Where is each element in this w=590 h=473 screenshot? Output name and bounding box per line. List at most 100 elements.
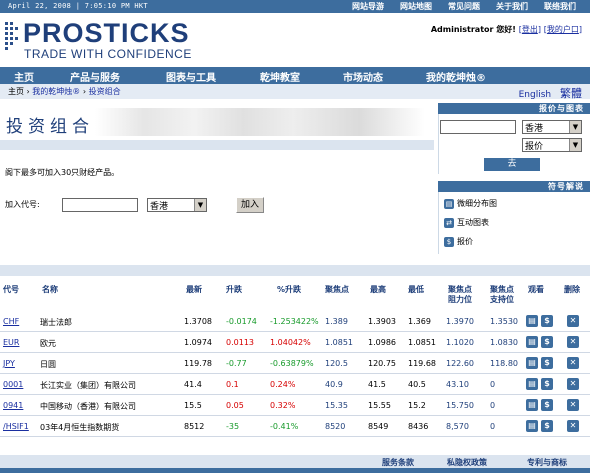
breadcrumb-my-prosticks[interactable]: 我的乾坤烛® [32, 87, 80, 96]
link-contact-us[interactable]: 联络我们 [536, 1, 584, 12]
link-about-us[interactable]: 关于我们 [488, 1, 536, 12]
page-title: 投资组合 [6, 117, 94, 137]
my-account-link[interactable]: 我的户口 [547, 25, 579, 34]
distribution-chart-icon[interactable]: ▤ [526, 399, 538, 411]
cell-change: 0.1 [226, 380, 239, 389]
breadcrumb-portfolio[interactable]: 投资组合 [89, 87, 121, 96]
cell-high: 15.55 [368, 401, 391, 410]
portfolio-limit-note: 阁下最多可加入30只财经产品。 [5, 168, 120, 177]
cell-pct-change: -1.253422% [270, 317, 319, 326]
quote-code-input[interactable] [440, 120, 516, 134]
nav-charts-tools[interactable]: 图表与工具 [166, 69, 216, 84]
delete-icon[interactable]: ✕ [567, 315, 579, 327]
distribution-chart-icon[interactable]: ▤ [526, 378, 538, 390]
delete-icon[interactable]: ✕ [567, 378, 579, 390]
quote-icon[interactable]: $ [541, 399, 553, 411]
col-header-last: 最新 [186, 285, 202, 294]
lang-traditional-chinese[interactable]: 繁體 [560, 87, 582, 100]
link-site-map[interactable]: 网站地图 [392, 1, 440, 12]
cell-name: 瑞士法郎 [40, 318, 72, 327]
cell-pct-change: -0.63879% [270, 359, 314, 368]
link-site-guide[interactable]: 网站导游 [344, 1, 392, 12]
cell-support: 118.80 [490, 359, 518, 368]
table-divider [0, 265, 590, 276]
cell-name: 欧元 [40, 339, 56, 348]
quote-market-value: 香港 [525, 124, 544, 134]
cell-last: 1.0974 [184, 338, 212, 347]
quote-type-value: 报价 [525, 142, 544, 152]
distribution-chart-icon[interactable]: ▤ [526, 420, 538, 432]
footer-terms[interactable]: 服务条款 [382, 457, 414, 468]
delete-icon[interactable]: ✕ [567, 336, 579, 348]
interactive-chart-icon: ⇄ [444, 217, 454, 228]
footer-patents[interactable]: 专利与商标 [527, 457, 567, 468]
col-header-code: 代号 [3, 285, 19, 294]
cell-resistance: 1.3970 [446, 317, 474, 326]
quote-icon[interactable]: $ [541, 378, 553, 390]
cell-high: 1.0986 [368, 338, 396, 347]
nav-products[interactable]: 产品与服务 [70, 69, 120, 84]
legend-item-quote: $ 报价 [444, 236, 473, 247]
add-code-input[interactable] [62, 198, 138, 212]
cell-low: 1.0851 [408, 338, 436, 347]
cell-high: 8549 [368, 422, 389, 431]
distribution-chart-icon[interactable]: ▤ [526, 357, 538, 369]
footer-privacy[interactable]: 私隐权政策 [447, 457, 487, 468]
quote-type-select[interactable]: 报价 ▼ [522, 138, 582, 152]
cell-resistance: 43.10 [446, 380, 469, 389]
cell-change: -0.0174 [226, 317, 257, 326]
distribution-chart-icon[interactable]: ▤ [526, 336, 538, 348]
delete-icon[interactable]: ✕ [567, 357, 579, 369]
quote-icon[interactable]: $ [541, 420, 553, 432]
cell-code[interactable]: EUR [3, 338, 19, 347]
quote-market-select[interactable]: 香港 ▼ [522, 120, 582, 134]
breadcrumb-home[interactable]: 主页 [8, 87, 24, 96]
cell-code[interactable]: /HSIF1 [3, 422, 29, 431]
cell-code[interactable]: CHF [3, 317, 19, 326]
add-market-select[interactable]: 香港 ▼ [147, 198, 207, 212]
quote-icon[interactable]: $ [541, 357, 553, 369]
quote-icon[interactable]: $ [541, 315, 553, 327]
nav-home[interactable]: 主页 [14, 69, 34, 84]
table-row: EUR 欧元 1.0974 0.0113 1.04042% 1.0851 1.0986 1.0… [0, 332, 590, 353]
main-nav: 主页 产品与服务 图表与工具 乾坤教室 市场动态 我的乾坤烛® [0, 67, 590, 84]
col-header-focus: 聚焦点 [325, 285, 349, 294]
cell-code[interactable]: 0941 [3, 401, 23, 410]
quote-icon[interactable]: $ [541, 336, 553, 348]
cell-low: 119.68 [408, 359, 436, 368]
col-header-change: 升跌 [226, 285, 242, 294]
chevron-down-icon: ▼ [569, 139, 581, 151]
breadcrumb: 主页 › 我的乾坤烛® › 投资组合 English 繁體 [0, 84, 590, 100]
cell-resistance: 122.60 [446, 359, 474, 368]
cell-change: 0.0113 [226, 338, 254, 347]
delete-icon[interactable]: ✕ [567, 399, 579, 411]
lang-english[interactable]: English [519, 90, 552, 100]
cell-pct-change: 0.24% [270, 380, 296, 389]
cell-code[interactable]: 0001 [3, 380, 23, 389]
cell-pct-change: 0.32% [270, 401, 296, 410]
cell-code[interactable]: JPY [3, 359, 15, 368]
delete-icon[interactable]: ✕ [567, 420, 579, 432]
quote-panel-header: 报价与图表 [438, 103, 590, 114]
link-faq[interactable]: 常见问题 [440, 1, 488, 12]
logout-link[interactable]: 登出 [522, 25, 538, 34]
go-button[interactable]: 去 [484, 158, 540, 171]
legend-item-distribution: ▤ 微细分布图 [444, 198, 497, 209]
add-button[interactable]: 加入 [236, 197, 264, 213]
cell-pct-change: 1.04042% [270, 338, 311, 347]
cell-focus: 40.9 [325, 380, 343, 389]
nav-classroom[interactable]: 乾坤教室 [260, 69, 300, 84]
prosticks-logo[interactable]: PROSTICKS TRADE WITH CONFIDENCE [5, 18, 205, 61]
footer-bar [0, 468, 590, 473]
nav-my-prosticks[interactable]: 我的乾坤烛® [426, 69, 486, 84]
table-row: /HSIF1 03年4月恒生指数期货 8512 -35 -0.41% 8520 8549 84… [0, 416, 590, 437]
cell-support: 0 [490, 422, 496, 431]
logo-wordmark: PROSTICKS [23, 18, 190, 48]
col-header-low: 最低 [408, 285, 424, 294]
col-header-support: 聚焦点 支持位 [490, 285, 514, 304]
top-links: 网站导游 网站地图 常见问题 关于我们 联络我们 [344, 1, 584, 12]
cell-last: 8512 [184, 422, 205, 431]
distribution-chart-icon[interactable]: ▤ [526, 315, 538, 327]
col-header-view: 观看 [528, 285, 544, 294]
nav-market-news[interactable]: 市场动态 [343, 69, 383, 84]
